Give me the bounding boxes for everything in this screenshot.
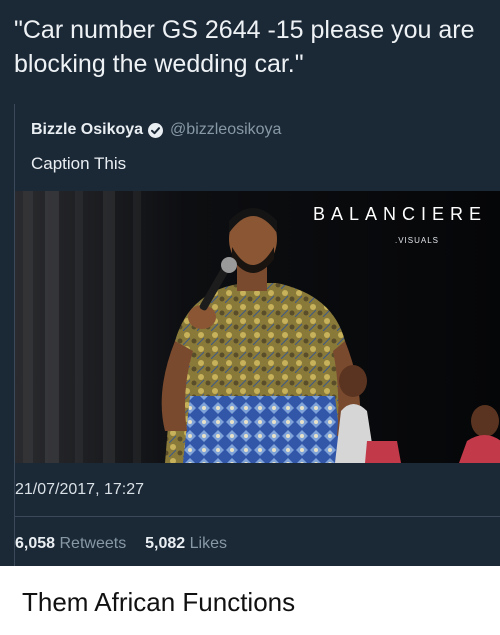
divider <box>15 516 500 517</box>
photo-watermark-brand: BALANCIERE <box>312 204 487 224</box>
retweets-label[interactable]: Retweets <box>60 535 127 552</box>
tweet-text: Caption This <box>31 154 127 173</box>
likes-label[interactable]: Likes <box>190 535 227 552</box>
tweet-photo[interactable]: BALANCIERE .VISUALS <box>15 191 500 463</box>
retweets-count[interactable]: 6,058 <box>15 535 55 552</box>
tweet-timestamp[interactable]: 21/07/2017, 17:27 <box>15 481 144 499</box>
author-name[interactable]: Bizzle Osikoya <box>31 121 143 139</box>
meme-bottom-caption: Them African Functions <box>22 587 296 617</box>
photo-watermark-sub: .VISUALS <box>395 236 440 245</box>
meme-top-caption: "Car number GS 2644 -15 please you are b… <box>14 16 475 78</box>
meme-top-caption-area: "Car number GS 2644 -15 please you are b… <box>0 0 500 104</box>
tweet-card[interactable]: Bizzle Osikoya @bizzleosikoya Caption Th… <box>0 104 500 566</box>
verified-badge-icon <box>148 122 164 138</box>
photo-illustration <box>15 191 500 463</box>
likes-count[interactable]: 5,082 <box>145 535 185 552</box>
author-handle[interactable]: @bizzleosikoya <box>170 121 281 139</box>
tweet-stats: 6,058 Retweets 5,082 Likes <box>15 535 227 553</box>
tweet-author-row[interactable]: Bizzle Osikoya @bizzleosikoya <box>31 119 281 141</box>
quoted-tweet[interactable]: Bizzle Osikoya @bizzleosikoya Caption Th… <box>14 104 500 566</box>
